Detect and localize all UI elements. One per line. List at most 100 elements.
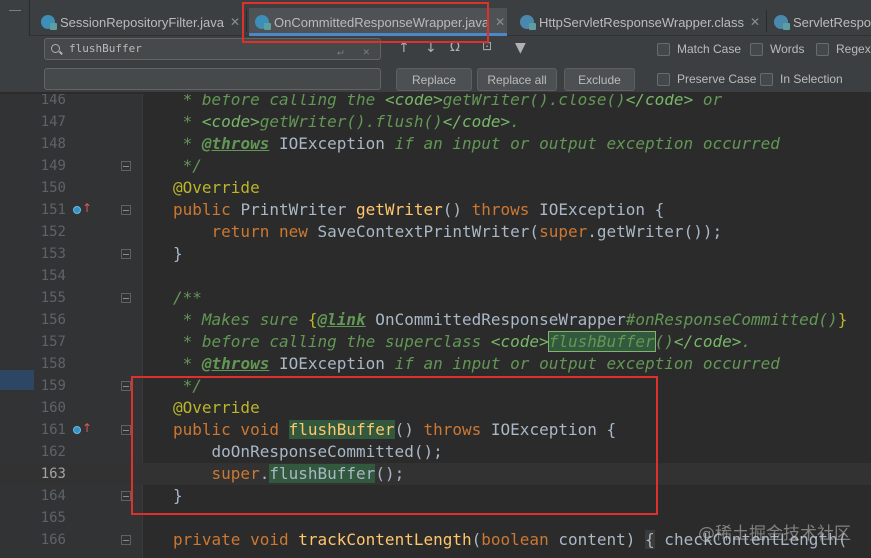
code-line-162[interactable]: 162 doOnResponseCommitted(); [0, 441, 871, 463]
fold-icon[interactable] [121, 381, 131, 391]
search-value: flushBuffer [69, 42, 142, 55]
watermark-text: @稀土掘金技术社区 [698, 524, 851, 544]
search-icon [51, 44, 60, 53]
replace-input[interactable] [44, 68, 381, 90]
words-checkbox[interactable]: Words [750, 42, 804, 56]
line-number: 148 [40, 136, 66, 152]
arrow-up-icon[interactable]: ↑ [398, 40, 410, 56]
line-number: 146 [40, 94, 66, 108]
code-line-147[interactable]: 147 * <code>getWriter().flush()</code>. [0, 111, 871, 133]
preserve-case-checkbox[interactable]: Preserve Case [657, 72, 756, 86]
match-case-checkbox[interactable]: Match Case [657, 42, 741, 56]
find-all-icon[interactable]: Ω [450, 40, 460, 55]
code-text: */ [173, 156, 202, 175]
tab-session-repository-filter[interactable]: SessionRepositoryFilter.java ✕ [41, 8, 240, 36]
replace-all-button[interactable]: Replace all [477, 68, 557, 91]
close-icon[interactable]: ✕ [230, 15, 240, 29]
line-number: 153 [40, 246, 66, 262]
code-line-161[interactable]: 161 ↑ public void flushBuffer() throws I… [0, 419, 871, 441]
code-line-152[interactable]: 152 return new SaveContextPrintWriter(su… [0, 221, 871, 243]
line-number: 154 [40, 268, 66, 284]
line-number: 156 [40, 312, 66, 328]
preserve-case-label: Preserve Case [677, 72, 757, 86]
overrides-method-icon[interactable]: ↑ [73, 202, 92, 216]
search-match-highlight: flushBuffer [288, 420, 395, 439]
words-label: Words [770, 42, 805, 56]
java-class-icon [255, 15, 271, 30]
code-line-155[interactable]: 155 /** [0, 287, 871, 309]
code-text: /** [173, 288, 202, 307]
line-number: 149 [40, 158, 66, 174]
code-text: * before calling the superclass <code>fl… [173, 331, 751, 352]
code-line-151[interactable]: 151 ↑ public PrintWriter getWriter() thr… [0, 199, 871, 221]
close-icon[interactable]: ✕ [495, 15, 505, 29]
tab-on-committed-response-wrapper[interactable]: OnCommittedResponseWrapper.java ✕ [249, 8, 507, 36]
regex-checkbox[interactable]: Regex [816, 42, 871, 56]
arrow-down-icon[interactable]: ↓ [425, 40, 437, 56]
line-number: 155 [40, 290, 66, 306]
fold-icon[interactable] [121, 293, 131, 303]
search-input[interactable]: flushBuffer ↵ ✕ [44, 38, 381, 60]
fold-icon[interactable] [121, 425, 131, 435]
in-selection-label: In Selection [780, 72, 843, 86]
tab-bar-left-strip [0, 0, 30, 36]
code-line-154[interactable]: 154 [0, 265, 871, 287]
search-match-highlight: flushBuffer [547, 331, 656, 352]
code-line-163[interactable]: 163 super.flushBuffer(); [0, 463, 871, 485]
code-text: return new SaveContextPrintWriter(super.… [173, 222, 723, 241]
java-class-icon [41, 15, 57, 30]
class-file-icon [774, 15, 790, 30]
select-occurrences-icon[interactable]: ⊡ [482, 39, 492, 53]
code-line-146[interactable]: 146 * before calling the <code>getWriter… [0, 94, 871, 111]
fold-icon[interactable] [121, 249, 131, 259]
code-text: super.flushBuffer(); [173, 464, 405, 483]
checkbox-box [816, 42, 829, 56]
code-line-156[interactable]: 156 * Makes sure {@link OnCommittedRespo… [0, 309, 871, 331]
code-line-164[interactable]: 164 } [0, 485, 871, 507]
search-match-highlight: flushBuffer [269, 464, 376, 483]
code-text: * @throws IOException if an input or out… [173, 134, 780, 153]
new-line-icon[interactable]: ↵ [337, 42, 344, 62]
code-line-158[interactable]: 158 * @throws IOException if an input or… [0, 353, 871, 375]
replace-button[interactable]: Replace [396, 68, 472, 91]
code-text: @Override [173, 178, 260, 197]
close-icon[interactable]: ✕ [750, 15, 760, 29]
find-replace-panel: flushBuffer ↵ ✕ ↑ ↓ Ω ⊡ ▼ Match Case Wor… [0, 36, 871, 93]
code-text: * <code>getWriter().flush()</code>. [173, 112, 520, 131]
line-number: 160 [40, 400, 66, 416]
class-file-icon [520, 15, 536, 30]
line-number: 164 [40, 488, 66, 504]
tab-separator [766, 10, 767, 32]
tab-label: HttpServletResponseWrapper.class [539, 14, 744, 30]
tab-label: SessionRepositoryFilter.java [60, 14, 225, 30]
checkbox-box [657, 42, 670, 56]
code-line-150[interactable]: 150 @Override [0, 177, 871, 199]
tab-http-servlet-response-wrapper[interactable]: HttpServletResponseWrapper.class ✕ [520, 8, 760, 36]
match-case-label: Match Case [677, 42, 742, 56]
code-editor[interactable]: 146 * before calling the <code>getWriter… [0, 94, 871, 558]
in-selection-checkbox[interactable]: In Selection [760, 72, 843, 86]
line-number: 162 [40, 444, 66, 460]
code-text: * @throws IOException if an input or out… [173, 354, 780, 373]
divider [9, 10, 21, 11]
code-line-148[interactable]: 148 * @throws IOException if an input or… [0, 133, 871, 155]
fold-icon[interactable] [121, 535, 131, 545]
fold-icon[interactable] [121, 491, 131, 501]
code-line-159[interactable]: 159 */ [0, 375, 871, 397]
overrides-method-icon[interactable]: ↑ [73, 422, 92, 436]
exclude-button[interactable]: Exclude [564, 68, 635, 91]
checkbox-box [750, 42, 763, 56]
filter-icon[interactable]: ▼ [515, 40, 526, 56]
code-text: } [173, 486, 183, 505]
line-number: 163 [40, 466, 66, 482]
fold-icon[interactable] [121, 161, 131, 171]
code-line-160[interactable]: 160 @Override [0, 397, 871, 419]
code-line-157[interactable]: 157 * before calling the superclass <cod… [0, 331, 871, 353]
code-line-149[interactable]: 149 */ [0, 155, 871, 177]
fold-icon[interactable] [121, 205, 131, 215]
code-line-153[interactable]: 153 } [0, 243, 871, 265]
clear-icon[interactable]: ✕ [363, 42, 370, 62]
tab-servlet-response[interactable]: ServletRespon [774, 8, 871, 36]
code-text: * Makes sure {@link OnCommittedResponseW… [173, 310, 848, 329]
line-number: 150 [40, 180, 66, 196]
